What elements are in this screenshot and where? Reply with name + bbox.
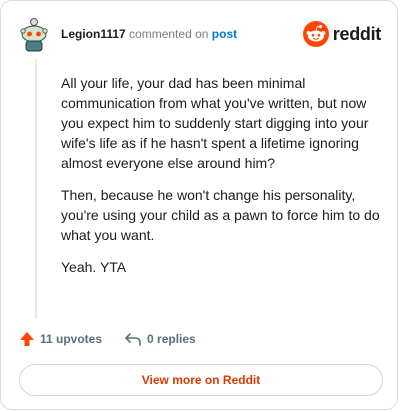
comment-paragraph: Then, because he won't change his person… <box>61 187 380 243</box>
username-link[interactable]: Legion1117 <box>61 27 126 41</box>
commented-on-text: commented on <box>129 27 209 41</box>
thread-line <box>35 59 37 319</box>
replies-count: 0 replies <box>147 332 196 346</box>
user-avatar-icon[interactable] <box>19 15 49 53</box>
comment-actions: 11 upvotes 0 replies <box>19 331 196 347</box>
replies-button[interactable]: 0 replies <box>124 331 196 347</box>
post-link[interactable]: post <box>212 27 237 41</box>
embedded-comment-card: Legion1117 commented on post reddit All … <box>0 0 398 410</box>
comment-header: Legion1117 commented on post <box>61 27 237 41</box>
comment-paragraph: Yeah. YTA <box>61 259 127 275</box>
reply-arrow-icon <box>125 333 141 346</box>
comment-body: All your life, your dad has been minimal… <box>61 73 381 289</box>
comment-paragraph: All your life, your dad has been minimal… <box>61 75 369 171</box>
reddit-wordmark: reddit <box>332 23 382 44</box>
upvote-arrow-icon <box>20 332 34 346</box>
view-more-button[interactable]: View more on Reddit <box>19 364 383 396</box>
upvotes-count: 11 upvotes <box>40 332 103 346</box>
reddit-logo[interactable]: reddit <box>302 21 382 47</box>
reddit-logo-icon <box>302 21 329 47</box>
upvotes-button[interactable]: 11 upvotes <box>19 331 102 347</box>
